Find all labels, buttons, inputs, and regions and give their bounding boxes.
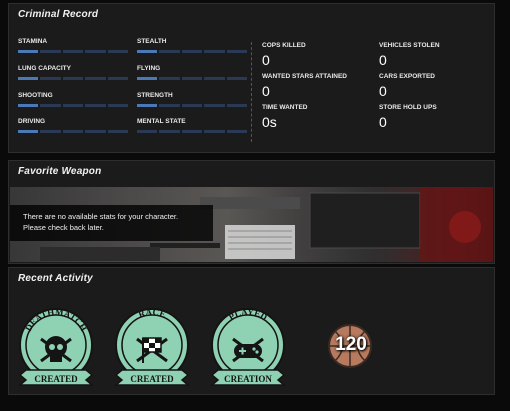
skill-label: FLYING [137, 65, 161, 72]
skill-bar [18, 104, 129, 107]
stat-cops-killed: COPS KILLED 0 [262, 42, 306, 68]
race-created-badge[interactable]: RACE CREATED [112, 305, 192, 391]
skill-bar [18, 50, 129, 53]
skill-bar [137, 50, 248, 53]
badge-bottom-text: CREATION [224, 374, 272, 384]
stat-cars-exported: CARS EXPORTED 0 [379, 73, 435, 99]
stat-value: 0 [379, 114, 387, 130]
stat-time-wanted: TIME WANTED 0s [262, 104, 308, 130]
stat-wanted-stars: WANTED STARS ATTAINED 0 [262, 73, 347, 99]
badge-bottom-text: CREATED [34, 374, 78, 384]
skill-bar [137, 77, 248, 80]
stat-label: TIME WANTED [262, 104, 308, 111]
skill-lung-capacity: LUNG CAPACITY [18, 65, 129, 80]
skill-bar [18, 130, 129, 133]
recent-activity-title: Recent Activity [18, 273, 93, 284]
skill-label: STAMINA [18, 38, 48, 45]
stat-label: STORE HOLD UPS [379, 104, 437, 111]
badge-bottom-text: CREATED [130, 374, 174, 384]
stat-label: COPS KILLED [262, 42, 306, 49]
favorite-weapon-panel: Favorite Weapon There are no available s… [8, 160, 495, 264]
skill-bar [137, 104, 248, 107]
skill-strength: STRENGTH [137, 92, 248, 107]
stat-value: 0 [379, 52, 387, 68]
no-stats-line-2: Please check back later. [23, 223, 104, 232]
weapon-banner-image: There are no available stats for your ch… [10, 187, 493, 262]
skill-label: SHOOTING [18, 92, 53, 99]
skill-stamina: STAMINA [18, 38, 129, 53]
skill-bar [18, 77, 129, 80]
stat-value: 0 [379, 83, 387, 99]
no-stats-line-1: There are no available stats for your ch… [23, 212, 179, 221]
stat-value: 0s [262, 114, 277, 130]
stats-divider [251, 42, 252, 142]
stat-value: 0 [262, 52, 270, 68]
stat-label: WANTED STARS ATTAINED [262, 73, 347, 80]
stat-store-hold-ups: STORE HOLD UPS 0 [379, 104, 437, 130]
skill-label: LUNG CAPACITY [18, 65, 71, 72]
basketball-count: 120 [335, 334, 367, 355]
stat-label: CARS EXPORTED [379, 73, 435, 80]
skill-mental-state: MENTAL STATE [137, 118, 248, 133]
stat-vehicles-stolen: VEHICLES STOLEN 0 [379, 42, 440, 68]
skill-stealth: STEALTH [137, 38, 248, 53]
favorite-weapon-title: Favorite Weapon [18, 166, 102, 177]
played-creation-badge[interactable]: PLAYED CREATION [208, 305, 288, 391]
skill-label: DRIVING [18, 118, 46, 125]
skill-bar [137, 130, 248, 133]
skill-flying: FLYING [137, 65, 248, 80]
criminal-record-panel: Criminal Record STAMINA STEALTH LUNG CAP… [8, 3, 495, 153]
recent-activity-panel: Recent Activity DEATHMATCH CREATED RACE [8, 267, 495, 395]
stat-value: 0 [262, 83, 270, 99]
deathmatch-created-badge[interactable]: DEATHMATCH CREATED [16, 305, 96, 391]
skill-label: STRENGTH [137, 92, 173, 99]
no-stats-message: There are no available stats for your ch… [10, 205, 213, 241]
skill-shooting: SHOOTING [18, 92, 129, 107]
skill-label: STEALTH [137, 38, 167, 45]
skill-label: MENTAL STATE [137, 118, 186, 125]
stat-label: VEHICLES STOLEN [379, 42, 440, 49]
criminal-record-title: Criminal Record [18, 9, 99, 20]
skill-driving: DRIVING [18, 118, 129, 133]
